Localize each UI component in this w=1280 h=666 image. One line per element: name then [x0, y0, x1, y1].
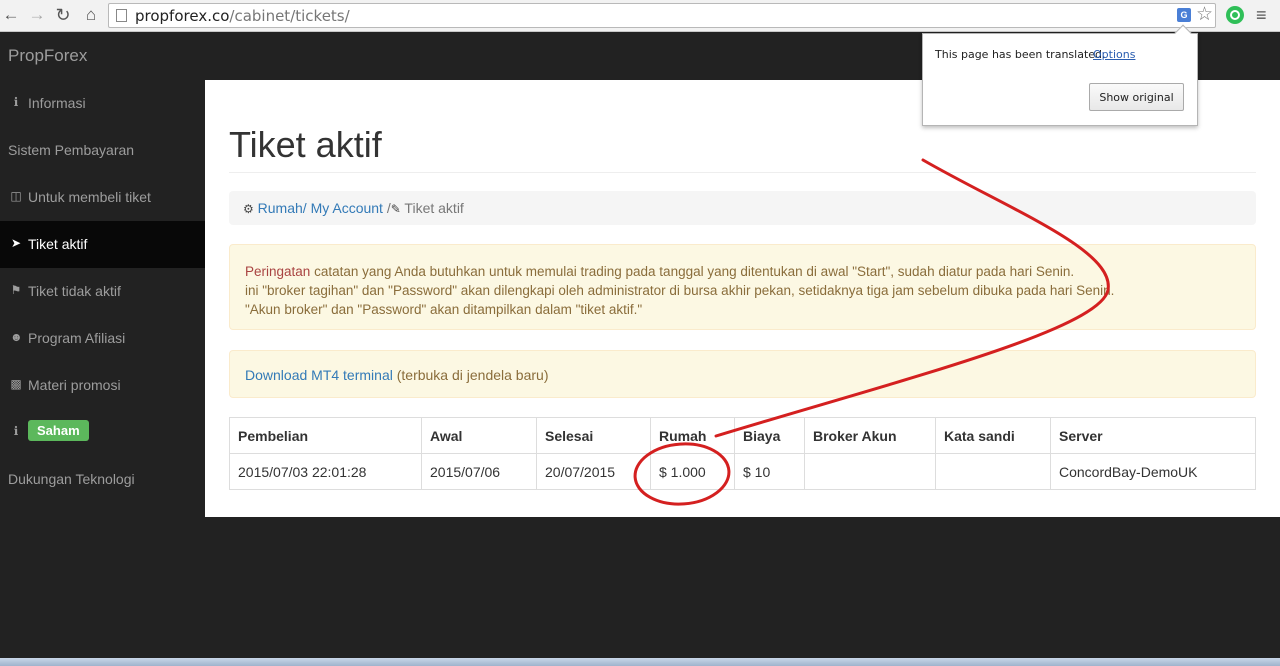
translate-message: This page has been translated.: [935, 48, 1106, 61]
translate-popup: This page has been translated. Options S…: [922, 24, 1198, 126]
back-arrow-icon[interactable]: ←: [0, 4, 22, 26]
table-cell: 2015/07/03 22:01:28: [229, 453, 422, 490]
extension-icon[interactable]: [1226, 6, 1244, 24]
table-cell: ConcordBay-DemoUK: [1050, 453, 1256, 490]
column-header: Kata sandi: [935, 417, 1051, 454]
sidebar-item-materi-promosi[interactable]: ▩ Materi promosi: [0, 362, 205, 409]
table-cell: 20/07/2015: [536, 453, 651, 490]
table-cell: $ 1.000: [650, 453, 735, 490]
column-header: Pembelian: [229, 417, 422, 454]
warning-label: Peringatan: [245, 264, 311, 279]
address-bar[interactable]: propforex.co/cabinet/tickets/ G ☆: [108, 3, 1216, 28]
menu-icon[interactable]: ≡: [1256, 4, 1267, 26]
edit-icon: ✎: [390, 202, 401, 216]
qrcode-icon: ▩: [10, 377, 22, 391]
table-header-row: Pembelian Awal Selesai Rumah Biaya Broke…: [229, 417, 1256, 454]
sidebar-item-sistem-pembayaran[interactable]: Sistem Pembayaran: [0, 127, 205, 174]
breadcrumb-account-link[interactable]: My Account: [311, 200, 383, 216]
download-mt4-link[interactable]: Download MT4 terminal: [245, 367, 393, 383]
breadcrumb-separator: /: [382, 200, 391, 216]
warning-text: ini "broker tagihan" dan "Password" akan…: [245, 283, 1115, 298]
breadcrumb-home-link[interactable]: Rumah: [258, 200, 303, 216]
title-divider: [229, 172, 1256, 173]
sidebar-item-saham[interactable]: ℹ Saham: [0, 409, 205, 456]
show-original-button[interactable]: Show original: [1089, 83, 1184, 111]
download-note: (terbuka di jendela baru): [392, 367, 549, 383]
reload-icon[interactable]: ↻: [52, 4, 74, 26]
sidebar-item-label: Informasi: [28, 95, 86, 111]
tickets-table: Pembelian Awal Selesai Rumah Biaya Broke…: [229, 417, 1256, 490]
info-icon: ℹ: [13, 424, 19, 438]
user-icon: ☻: [10, 330, 23, 344]
sidebar-item-label: Dukungan Teknologi: [8, 471, 135, 487]
translate-icon[interactable]: G: [1177, 8, 1191, 22]
home-icon[interactable]: ⌂: [80, 4, 102, 26]
column-header: Rumah: [650, 417, 735, 454]
sidebar-item-label: Materi promosi: [28, 377, 121, 393]
column-header: Broker Akun: [804, 417, 936, 454]
paper-plane-icon: ➤: [10, 236, 22, 250]
star-icon[interactable]: ☆: [1196, 4, 1213, 26]
table-cell: 2015/07/06: [421, 453, 537, 490]
url-text[interactable]: propforex.co/cabinet/tickets/: [135, 7, 350, 25]
sidebar-item-program-afiliasi[interactable]: ☻ Program Afiliasi: [0, 315, 205, 362]
sidebar-item-untuk-membeli-tiket[interactable]: ◫ Untuk membeli tiket: [0, 174, 205, 221]
sidebar-item-label: Tiket tidak aktif: [28, 283, 121, 299]
money-icon: ◫: [10, 189, 22, 203]
download-alert: Download MT4 terminal (terbuka di jendel…: [229, 350, 1256, 398]
sidebar-item-informasi[interactable]: ℹ Informasi: [0, 80, 205, 127]
sidebar-item-label: Sistem Pembayaran: [8, 142, 135, 158]
forward-arrow-icon[interactable]: →: [26, 4, 48, 26]
translate-options-link[interactable]: Options: [1093, 48, 1135, 61]
column-header: Awal: [421, 417, 537, 454]
info-icon: ℹ: [13, 95, 19, 109]
sidebar-item-label: Program Afiliasi: [28, 330, 126, 346]
brand-logo[interactable]: PropForex: [8, 46, 87, 66]
page-icon: [116, 9, 127, 22]
column-header: Selesai: [536, 417, 651, 454]
sidebar-item-dukungan-teknologi[interactable]: Dukungan Teknologi: [0, 456, 205, 503]
os-taskbar: [0, 658, 1280, 666]
table-cell: [804, 453, 936, 490]
column-header: Biaya: [734, 417, 805, 454]
sidebar-item-label: Tiket aktif: [28, 236, 88, 252]
sidebar-item-tiket-tidak-aktif[interactable]: ⚑ Tiket tidak aktif: [0, 268, 205, 315]
breadcrumb-separator: /: [302, 200, 311, 216]
warning-text: "Akun broker" dan "Password" akan ditamp…: [245, 302, 643, 317]
sidebar-item-label: Untuk membeli tiket: [28, 189, 151, 205]
sidebar: ℹ Informasi Sistem Pembayaran ◫ Untuk me…: [0, 80, 205, 540]
table-cell: [935, 453, 1051, 490]
breadcrumb-current: Tiket aktif: [400, 200, 464, 216]
saham-badge: Saham: [28, 420, 89, 441]
breadcrumb: ⚙ Rumah/ My Account /✎ Tiket aktif: [229, 191, 1256, 225]
column-header: Server: [1050, 417, 1256, 454]
browser-toolbar: ← → ↻ ⌂ propforex.co/cabinet/tickets/ G …: [0, 0, 1280, 32]
sidebar-item-tiket-aktif[interactable]: ➤ Tiket aktif: [0, 221, 205, 268]
table-row: 2015/07/03 22:01:28 2015/07/06 20/07/201…: [229, 453, 1256, 490]
warning-text: catatan yang Anda butuhkan untuk memulai…: [310, 264, 1075, 279]
main-content: Tiket aktif ⚙ Rumah/ My Account /✎ Tiket…: [205, 80, 1280, 517]
page-title: Tiket aktif: [229, 124, 382, 165]
flag-icon: ⚑: [10, 283, 22, 297]
warning-alert: Peringatan catatan yang Anda butuhkan un…: [229, 244, 1256, 330]
table-cell: $ 10: [734, 453, 805, 490]
dashboard-icon: ⚙: [243, 202, 254, 216]
